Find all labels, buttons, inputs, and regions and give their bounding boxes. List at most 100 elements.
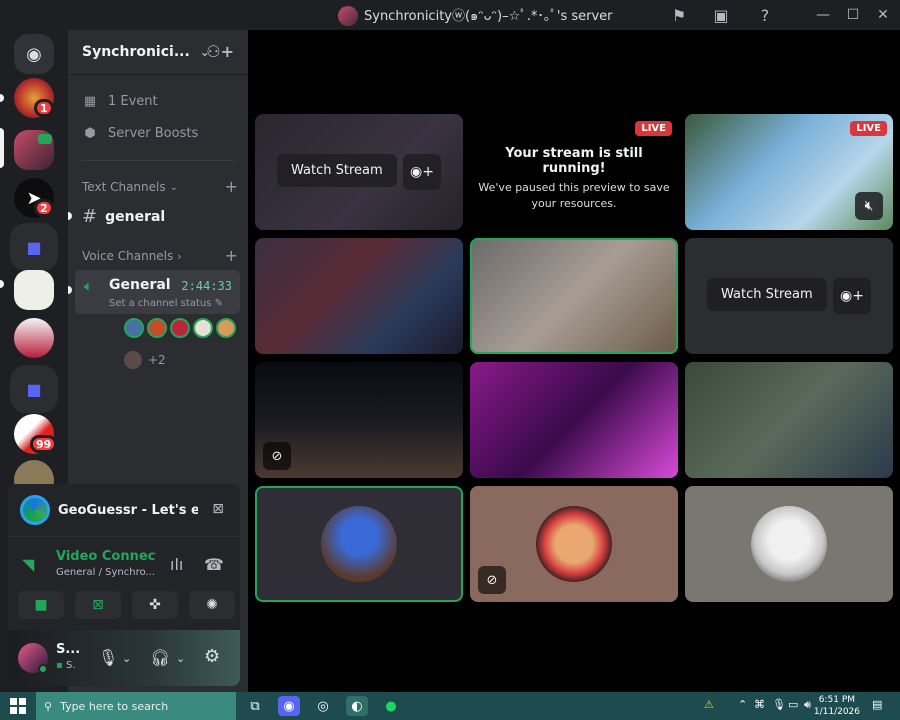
windows-start-button[interactable] (10, 698, 26, 714)
discord-taskbar-icon[interactable]: ◉ (278, 696, 300, 716)
maximize-button[interactable]: ☐ (838, 0, 868, 30)
connection-signal-icon[interactable]: ◥ (22, 555, 34, 574)
invite-people-icon[interactable]: ⚇+ (206, 42, 234, 61)
avatar-tile[interactable] (685, 486, 893, 602)
server-folder-icon[interactable]: ■ (10, 365, 58, 413)
discord-home-button[interactable]: ◉ (14, 34, 54, 74)
avatar-tile-speaking[interactable] (255, 486, 463, 602)
chevron-right-icon: › (177, 249, 182, 263)
spotify-taskbar-icon[interactable]: ● (380, 696, 402, 716)
taskbar-search[interactable]: ⚲ Type here to search (36, 692, 236, 720)
voice-member-avatars (124, 318, 236, 338)
avatar[interactable] (193, 318, 213, 338)
discord-logo-icon: ◉ (26, 43, 42, 65)
more-members[interactable]: +2 (124, 351, 166, 369)
paused-stream-tile[interactable]: LIVE Your stream is still running! We've… (470, 114, 678, 230)
soundboard-button[interactable]: ✺ (189, 591, 235, 619)
window-title-group: Synchronicityⓦ(๑ᵔᴗᵔ)–☆ﾟ.*･｡ﾟ's server (338, 5, 613, 26)
webcam-tile[interactable] (255, 238, 463, 354)
audio-options-chevron-icon[interactable]: ⌄ (176, 652, 185, 665)
game-stream-tile[interactable] (685, 362, 893, 478)
geoguessr-stream-tile[interactable]: LIVE 🔇︎ (685, 114, 893, 230)
username[interactable]: S... (56, 642, 80, 657)
inbox-icon[interactable]: ▣ (710, 4, 732, 26)
user-panel: S... ▪ S. 🎙︎ ⌄ 🎧︎ ⌄ ⚙ (8, 630, 240, 686)
activity-panel[interactable]: GeoGuessr - Let's e... ⊠ (8, 484, 240, 536)
mic-options-chevron-icon[interactable]: ⌄ (122, 652, 131, 665)
create-voice-channel-icon[interactable]: + (225, 246, 238, 265)
server-name: Synchronici... (82, 44, 190, 60)
clock-time: 6:51 PM (818, 695, 856, 705)
server-folder-icon[interactable]: ■ (10, 223, 58, 271)
stream-volume-muted-icon[interactable]: 🔇︎ (855, 192, 883, 220)
set-channel-status[interactable]: Set a channel status ✎ (109, 298, 223, 309)
taskbar-clock[interactable]: 6:51 PM 1/11/2026 (814, 694, 860, 718)
settings-gear-icon[interactable]: ⚙ (204, 646, 220, 667)
obs-taskbar-icon[interactable]: ◎ (312, 696, 334, 716)
avatar (321, 506, 397, 582)
webcam-tile[interactable]: ⊘ (255, 362, 463, 478)
microphone-icon[interactable]: 🎙︎ (98, 648, 118, 667)
task-view-icon[interactable]: ⧉ (244, 696, 266, 716)
server-icon-5[interactable] (14, 318, 54, 358)
flag-icon[interactable]: ⚑ (668, 4, 690, 26)
stop-streaming-icon[interactable]: ⊠ (212, 501, 224, 517)
text-category-label: Text Channels (82, 180, 166, 194)
disconnect-icon[interactable]: ☎ (204, 555, 224, 574)
tray-expand-icon[interactable]: ⌃ (738, 698, 747, 711)
noise-suppression-icon[interactable]: ılı (170, 555, 183, 574)
help-icon[interactable]: ? (754, 4, 776, 26)
battery-icon[interactable]: ▭ (788, 698, 798, 711)
notifications-icon[interactable]: ▤ (872, 698, 882, 711)
paused-title: Your stream is still running! (505, 146, 643, 176)
avatar[interactable] (124, 318, 144, 338)
stream-tile[interactable]: Watch Stream ◉+ (255, 114, 463, 230)
stream-tile[interactable]: Watch Stream ◉+ (685, 238, 893, 354)
mention-badge: 2 (34, 199, 54, 217)
boost-icon: ⬢ (84, 126, 96, 141)
voice-channel-general[interactable]: 🔈︎ General 2:44:33 Set a channel status … (75, 270, 240, 314)
mic-tray-icon[interactable]: 🎙︎ (772, 698, 786, 711)
voice-action-buttons: ■ ⊠ ✜ ✺ (18, 591, 235, 619)
avatar[interactable] (170, 318, 190, 338)
paused-text: We've paused this preview to save your r… (478, 181, 670, 210)
search-placeholder: Type here to search (60, 699, 169, 713)
mention-badge: 1 (34, 99, 54, 117)
create-text-channel-icon[interactable]: + (225, 177, 238, 196)
voice-connection-title[interactable]: Video Connected (56, 549, 156, 564)
minimize-button[interactable]: — (808, 0, 838, 30)
server-icon-4[interactable] (14, 270, 54, 310)
warning-icon[interactable]: ⚠ (704, 698, 714, 711)
webcam-tile[interactable] (470, 362, 678, 478)
server-header[interactable]: Synchronici... ⌄ ⚇+ (68, 30, 248, 75)
server-boosts-row[interactable]: ⬢ Server Boosts (82, 126, 198, 141)
activities-icon: ✜ (149, 597, 161, 613)
avatar[interactable] (147, 318, 167, 338)
activities-button[interactable]: ✜ (132, 591, 178, 619)
voice-timer: 2:44:33 (181, 279, 232, 293)
watch-stream-button[interactable]: Watch Stream (707, 278, 827, 311)
network-icon[interactable]: ⌘ (754, 698, 765, 711)
webcam-tile-speaking[interactable] (470, 238, 678, 354)
voice-channels-category[interactable]: Voice Channels › (82, 249, 182, 263)
watch-preview-icon[interactable]: ◉+ (403, 154, 441, 190)
camera-button[interactable]: ■ (18, 591, 64, 619)
watch-preview-icon[interactable]: ◉+ (833, 278, 871, 314)
windows-taskbar: ⚲ Type here to search ⧉ ◉ ◎ ◐ ● ⚠ ⌃ ⌘ 🎙︎… (0, 692, 900, 720)
events-row[interactable]: ▦ 1 Event (82, 94, 158, 109)
voice-connection-subtitle[interactable]: General / Synchro... (56, 567, 156, 578)
headphones-icon[interactable]: 🎧︎ (150, 648, 170, 667)
text-channels-category[interactable]: Text Channels ⌄ (82, 180, 178, 194)
screen-share-button[interactable]: ⊠ (75, 591, 121, 619)
camera-icon: ■ (34, 597, 48, 613)
avatar[interactable] (216, 318, 236, 338)
speaker-icon: 🔈︎ (84, 277, 94, 295)
unread-pill (0, 94, 4, 102)
watch-stream-button[interactable]: Watch Stream (277, 154, 397, 187)
edge-taskbar-icon[interactable]: ◐ (346, 696, 368, 716)
channel-general[interactable]: # general (82, 206, 165, 227)
video-indicator-icon (38, 134, 52, 144)
close-button[interactable]: ✕ (868, 0, 898, 30)
avatar-tile[interactable]: ⊘ (470, 486, 678, 602)
volume-icon[interactable]: 🔊︎ (804, 698, 811, 712)
